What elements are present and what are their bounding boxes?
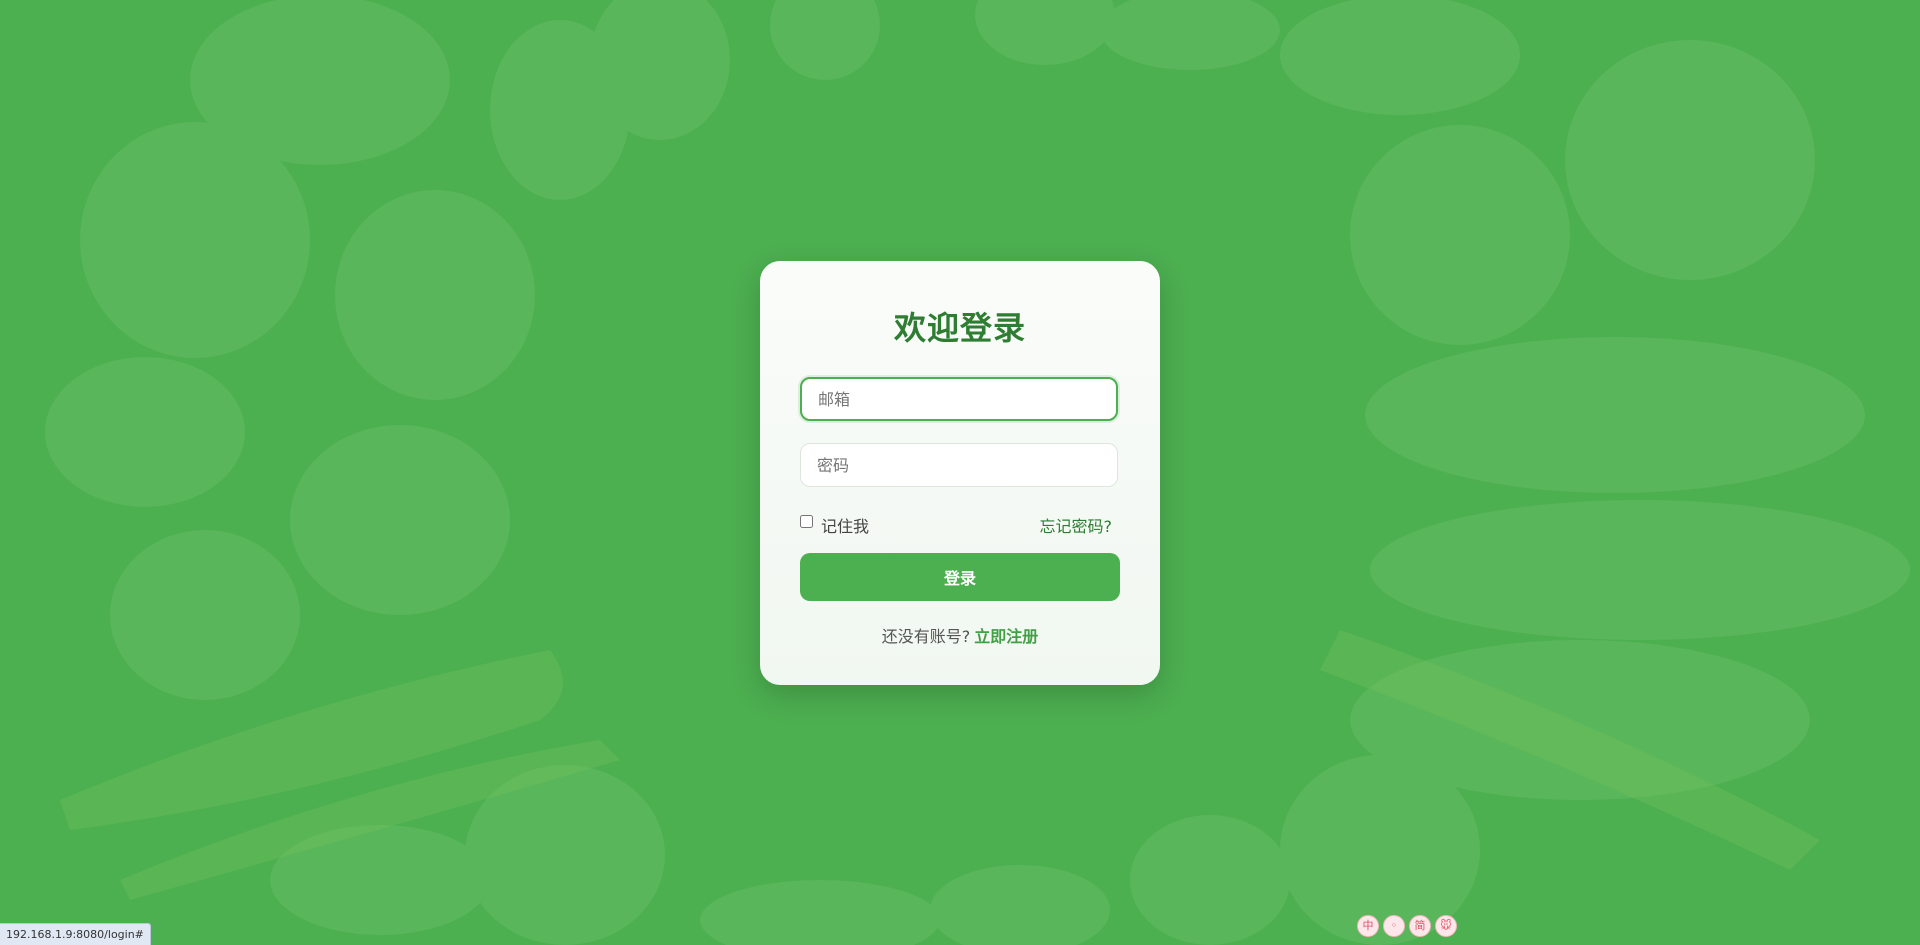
email-input[interactable] [800,377,1118,421]
login-card: 欢迎登录 记住我 忘记密码? 登录 还没有账号?立即注册 [760,261,1160,685]
chinese-input-icon[interactable]: 中 [1357,915,1379,937]
ime-toolbar: 中 ◦ 简 🐭 [1357,915,1461,937]
punctuation-icon[interactable]: ◦ [1383,915,1405,937]
login-button[interactable]: 登录 [800,553,1120,601]
remember-forgot-row: 记住我 忘记密码? [800,511,1118,537]
register-prompt: 还没有账号? 立即注册 [760,623,1160,647]
page-title: 欢迎登录 [893,309,1026,347]
forgot-password-link[interactable]: 忘记密码? [1040,513,1113,537]
register-prompt-text: 还没有账号? [881,627,971,646]
remember-me-label[interactable]: 记住我 [821,513,869,537]
register-link[interactable]: 立即注册 [974,627,1038,646]
simplified-icon[interactable]: 简 [1409,915,1431,937]
login-page: 欢迎登录 记住我 忘记密码? 登录 还没有账号?立即注册 192.168.1.9… [0,0,1920,945]
remember-me-checkbox[interactable] [800,515,813,528]
password-input[interactable] [800,443,1118,487]
mascot-icon[interactable]: 🐭 [1435,915,1457,937]
status-bar-url: 192.168.1.9:8080/login# [0,923,151,945]
